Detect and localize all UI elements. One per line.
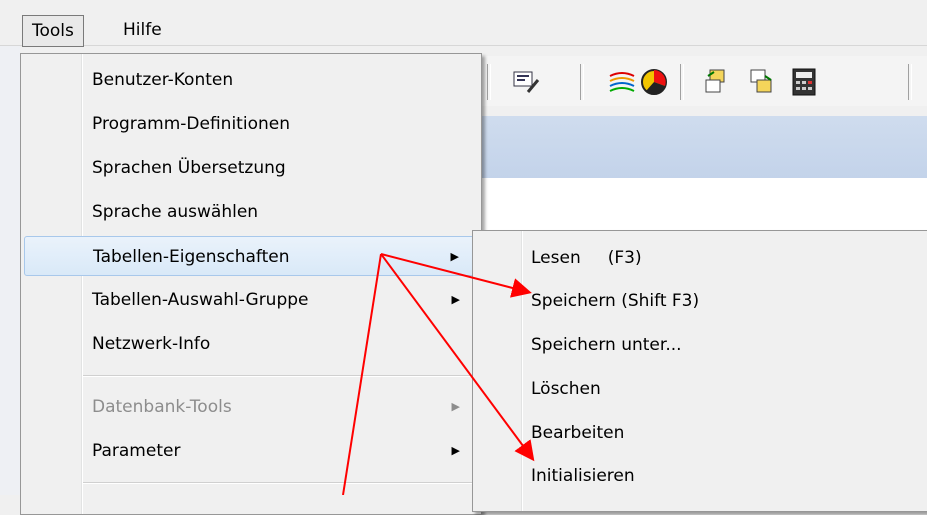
- annotation-arrows: [342, 253, 535, 495]
- annotation-arrow-down: [342, 253, 382, 495]
- annotation-arrow-speichern: [380, 253, 532, 298]
- annotation-arrow-bearbeiten: [380, 253, 535, 462]
